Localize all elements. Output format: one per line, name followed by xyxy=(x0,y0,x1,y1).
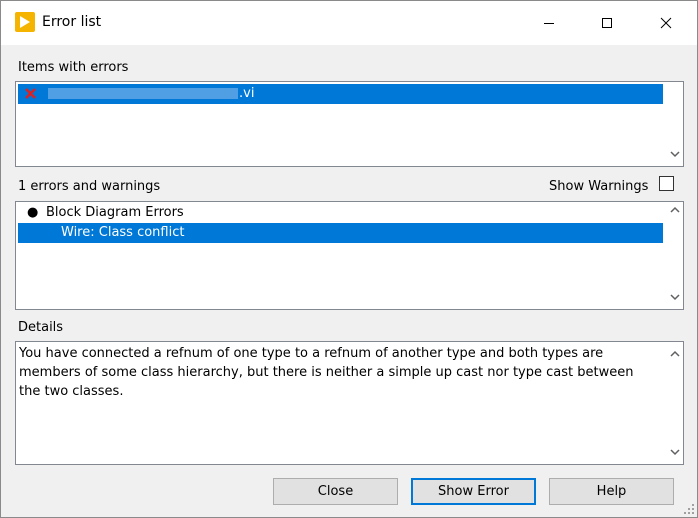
errors-tree-list[interactable]: ● Block Diagram Errors Wire: Class confl… xyxy=(15,201,684,310)
maximize-icon xyxy=(602,18,612,28)
error-list-window: Error list Items with errors .vi 1 error… xyxy=(0,0,698,518)
error-x-icon xyxy=(25,84,37,111)
resize-grip-icon[interactable] xyxy=(684,504,694,514)
bullet-icon: ● xyxy=(27,205,39,220)
vertical-scrollbar[interactable] xyxy=(667,82,683,166)
details-textbox[interactable]: You have connected a refnum of one type … xyxy=(15,341,684,465)
items-with-errors-list[interactable]: .vi xyxy=(15,81,684,167)
show-warnings-checkbox[interactable] xyxy=(659,176,674,191)
labview-run-arrow-icon xyxy=(15,12,35,32)
items-with-errors-label: Items with errors xyxy=(18,60,129,75)
show-warnings-label[interactable]: Show Warnings xyxy=(549,179,648,194)
show-error-button[interactable]: Show Error xyxy=(411,478,536,505)
vi-name-suffix: .vi xyxy=(239,86,255,101)
maximize-button[interactable] xyxy=(578,1,636,45)
minimize-icon xyxy=(544,23,554,24)
vertical-scrollbar[interactable] xyxy=(667,342,683,464)
chevron-up-icon[interactable] xyxy=(670,350,680,358)
help-button[interactable]: Help xyxy=(549,478,674,505)
vertical-scrollbar[interactable] xyxy=(667,202,683,309)
obscured-vi-name xyxy=(48,88,238,99)
title-bar[interactable]: Error list xyxy=(1,1,697,45)
close-button[interactable]: Close xyxy=(273,478,398,505)
window-title: Error list xyxy=(42,14,102,30)
errors-count-label: 1 errors and warnings xyxy=(18,179,161,194)
minimize-button[interactable] xyxy=(520,1,578,45)
details-text: You have connected a refnum of one type … xyxy=(19,346,634,399)
close-window-button[interactable] xyxy=(637,1,695,45)
chevron-down-icon[interactable] xyxy=(670,150,680,158)
tree-item-block-diagram-errors[interactable]: ● Block Diagram Errors xyxy=(18,203,663,223)
close-icon xyxy=(660,17,672,29)
chevron-down-icon[interactable] xyxy=(670,448,680,456)
tree-item-wire-class-conflict[interactable]: Wire: Class conflict xyxy=(18,223,663,243)
tree-item-label: Block Diagram Errors xyxy=(46,205,184,220)
chevron-up-icon[interactable] xyxy=(670,206,680,214)
chevron-down-icon[interactable] xyxy=(670,293,680,301)
details-label: Details xyxy=(18,320,64,335)
list-item[interactable]: .vi xyxy=(18,84,663,104)
tree-item-label: Wire: Class conflict xyxy=(61,225,185,240)
